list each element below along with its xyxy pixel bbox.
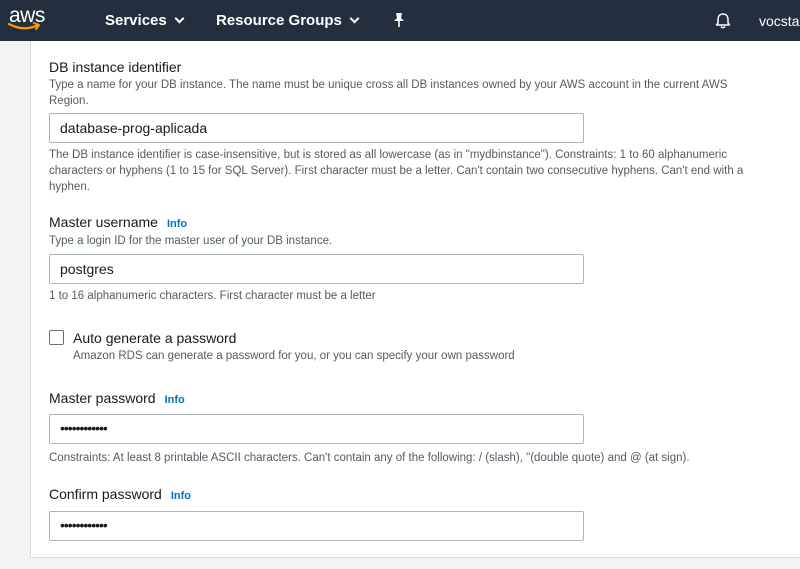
master-password-label: Master password Info bbox=[49, 390, 185, 406]
resource-groups-menu[interactable]: Resource Groups bbox=[216, 12, 360, 29]
top-nav-bar: aws Services Resource Groups vocstar bbox=[0, 0, 800, 41]
resource-groups-label: Resource Groups bbox=[216, 12, 342, 29]
master-username-constraint: 1 to 16 alphanumeric characters. First c… bbox=[49, 290, 376, 302]
confirm-password-info-link[interactable]: Info bbox=[171, 490, 191, 502]
master-username-description: Type a login ID for the master user of y… bbox=[49, 235, 333, 247]
master-password-label-text: Master password bbox=[49, 390, 156, 406]
confirm-password-value: •••••••••••• bbox=[60, 517, 108, 533]
confirm-password-label: Confirm password Info bbox=[49, 486, 191, 502]
confirm-password-input[interactable]: •••••••••••• bbox=[49, 511, 584, 541]
aws-logo[interactable]: aws bbox=[8, 4, 56, 36]
db-identifier-label: DB instance identifier bbox=[49, 59, 182, 75]
db-identifier-constraint: The DB instance identifier is case-insen… bbox=[49, 149, 744, 193]
confirm-password-label-text: Confirm password bbox=[49, 486, 162, 502]
services-label: Services bbox=[105, 12, 167, 29]
chevron-down-icon bbox=[349, 13, 360, 24]
master-username-label-text: Master username bbox=[49, 214, 158, 230]
chevron-down-icon bbox=[174, 13, 185, 24]
master-username-label: Master username Info bbox=[49, 214, 187, 230]
db-identifier-description: Type a name for your DB instance. The na… bbox=[49, 79, 728, 107]
services-menu[interactable]: Services bbox=[105, 12, 185, 29]
user-menu[interactable]: vocstar bbox=[759, 13, 800, 29]
master-password-input[interactable]: •••••••••••• bbox=[49, 414, 584, 444]
master-username-info-link[interactable]: Info bbox=[167, 218, 187, 230]
master-username-input[interactable]: postgres bbox=[49, 254, 584, 284]
auto-generate-password-checkbox[interactable] bbox=[49, 330, 64, 345]
auto-generate-password-description: Amazon RDS can generate a password for y… bbox=[73, 350, 515, 362]
bell-icon[interactable] bbox=[714, 12, 732, 34]
pin-icon[interactable] bbox=[392, 12, 406, 32]
master-password-value: •••••••••••• bbox=[60, 420, 108, 436]
aws-smile-icon bbox=[8, 22, 40, 30]
db-identifier-input[interactable]: database-prog-aplicada bbox=[49, 113, 584, 143]
master-password-constraint: Constraints: At least 8 printable ASCII … bbox=[49, 452, 690, 464]
auto-generate-password-label: Auto generate a password bbox=[73, 330, 237, 346]
master-password-info-link[interactable]: Info bbox=[165, 394, 185, 406]
